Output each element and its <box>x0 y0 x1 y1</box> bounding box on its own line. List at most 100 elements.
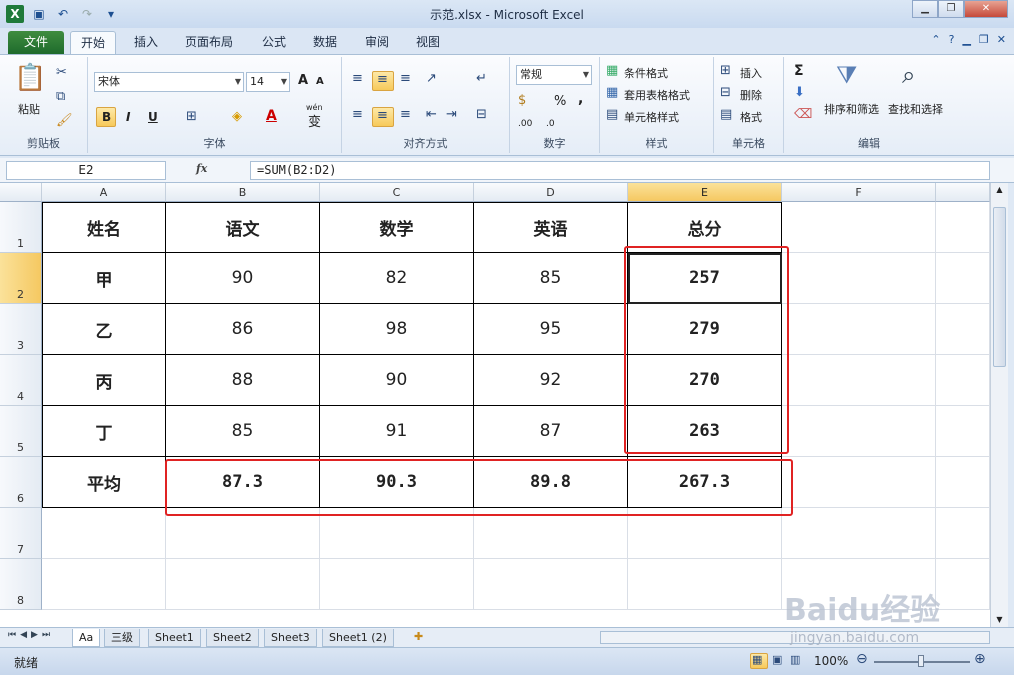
empty-cell[interactable] <box>782 202 936 253</box>
empty-cell[interactable] <box>782 355 936 406</box>
empty-cell[interactable] <box>628 559 782 610</box>
empty-cell[interactable] <box>474 508 628 559</box>
delete-cells-button[interactable]: 删除 <box>740 87 762 103</box>
currency-icon[interactable]: $ <box>518 93 526 108</box>
conditional-format-button[interactable]: 条件格式 <box>624 65 668 81</box>
empty-cell[interactable] <box>782 508 936 559</box>
font-size-select[interactable]: 14 ▼ <box>246 72 290 92</box>
table-cell[interactable]: 平均 <box>42 457 166 508</box>
orientation-icon[interactable]: ↗ <box>426 71 437 86</box>
zoom-in-icon[interactable]: ⊕ <box>974 651 986 667</box>
sheet-tab-sheet3[interactable]: Sheet3 <box>264 629 317 647</box>
empty-cell[interactable] <box>166 508 320 559</box>
doc-restore-icon[interactable]: ❐ <box>979 33 989 46</box>
table-cell[interactable]: 263 <box>628 406 782 457</box>
sheet-tab-sheet2[interactable]: Sheet2 <box>206 629 259 647</box>
increase-decimal-button[interactable]: .00 <box>518 119 532 129</box>
row-header-4[interactable]: 4 <box>0 355 42 406</box>
empty-cell[interactable] <box>936 559 990 610</box>
sheet-tab-level3[interactable]: 三级 <box>104 629 140 647</box>
empty-cell[interactable] <box>628 508 782 559</box>
table-cell[interactable]: 87.3 <box>166 457 320 508</box>
table-cell[interactable]: 89.8 <box>474 457 628 508</box>
help-icon[interactable]: ? <box>949 33 955 46</box>
empty-cell[interactable] <box>782 457 936 508</box>
percent-button[interactable]: % <box>554 94 566 109</box>
active-cell[interactable]: 257 <box>628 253 782 304</box>
table-cell[interactable]: 丁 <box>42 406 166 457</box>
column-header-g[interactable] <box>936 183 990 202</box>
new-sheet-icon[interactable]: ✚ <box>414 630 423 643</box>
table-cell[interactable]: 90 <box>166 253 320 304</box>
table-cell[interactable]: 总分 <box>628 202 782 253</box>
paste-button[interactable]: 粘贴 <box>18 101 40 117</box>
phonetic-button[interactable]: 变 <box>308 111 321 130</box>
empty-cell[interactable] <box>782 406 936 457</box>
table-cell[interactable]: 87 <box>474 406 628 457</box>
fx-icon[interactable]: fx <box>196 162 207 175</box>
align-top-icon[interactable]: ≡ <box>352 71 363 86</box>
sheet-tab-aa[interactable]: Aa <box>72 629 101 647</box>
empty-cell[interactable] <box>166 559 320 610</box>
page-layout-view-icon[interactable]: ▣ <box>772 653 782 666</box>
table-cell[interactable]: 91 <box>320 406 474 457</box>
empty-cell[interactable] <box>474 559 628 610</box>
table-cell[interactable]: 82 <box>320 253 474 304</box>
table-cell[interactable]: 丙 <box>42 355 166 406</box>
format-cells-button[interactable]: 格式 <box>740 109 762 125</box>
column-header-d[interactable]: D <box>474 183 628 202</box>
number-format-select[interactable]: 常规 ▼ <box>516 65 592 85</box>
doc-close-icon[interactable]: ✕ <box>997 33 1006 46</box>
zoom-slider-thumb[interactable] <box>918 655 924 667</box>
row-header-8[interactable]: 8 <box>0 559 42 610</box>
vertical-scrollbar[interactable]: ▲ ▼ <box>990 183 1008 627</box>
decrease-indent-icon[interactable]: ⇤ <box>426 107 437 122</box>
page-break-view-icon[interactable]: ▥ <box>790 653 800 666</box>
tab-view[interactable]: 视图 <box>406 31 450 54</box>
table-cell[interactable]: 乙 <box>42 304 166 355</box>
table-cell[interactable]: 甲 <box>42 253 166 304</box>
table-cell[interactable]: 语文 <box>166 202 320 253</box>
empty-cell[interactable] <box>936 202 990 253</box>
table-cell[interactable]: 英语 <box>474 202 628 253</box>
fill-color-icon[interactable]: ◈ <box>232 109 242 124</box>
empty-cell[interactable] <box>782 304 936 355</box>
scroll-down-icon[interactable]: ▼ <box>993 615 1006 625</box>
paste-icon[interactable]: 📋 <box>14 63 46 95</box>
row-header-1[interactable]: 1 <box>0 202 42 253</box>
table-cell[interactable]: 279 <box>628 304 782 355</box>
row-header-5[interactable]: 5 <box>0 406 42 457</box>
restore-button[interactable]: ❐ <box>938 0 964 18</box>
select-all-corner[interactable] <box>0 183 42 202</box>
column-header-c[interactable]: C <box>320 183 474 202</box>
fill-icon[interactable]: ⬇ <box>794 85 805 100</box>
format-table-button[interactable]: 套用表格格式 <box>624 87 690 103</box>
empty-cell[interactable] <box>42 559 166 610</box>
minimize-button[interactable]: ▁ <box>912 0 938 18</box>
formula-input[interactable]: =SUM(B2:D2) <box>250 161 990 180</box>
autosum-button[interactable]: Σ <box>794 63 804 79</box>
empty-cell[interactable] <box>782 253 936 304</box>
row-header-6[interactable]: 6 <box>0 457 42 508</box>
empty-cell[interactable] <box>936 253 990 304</box>
comma-button[interactable]: , <box>578 91 583 107</box>
tab-review[interactable]: 审阅 <box>355 31 399 54</box>
empty-cell[interactable] <box>936 304 990 355</box>
align-left-icon[interactable]: ≡ <box>352 107 363 122</box>
cut-icon[interactable]: ✂ <box>56 65 67 80</box>
empty-cell[interactable] <box>42 508 166 559</box>
wrap-text-icon[interactable]: ↵ <box>476 71 487 86</box>
table-cell[interactable]: 90.3 <box>320 457 474 508</box>
column-header-b[interactable]: B <box>166 183 320 202</box>
table-cell[interactable]: 85 <box>474 253 628 304</box>
tab-file[interactable]: 文件 <box>8 31 64 54</box>
cell-style-button[interactable]: 单元格样式 <box>624 109 679 125</box>
decrease-decimal-button[interactable]: .0 <box>546 119 555 129</box>
scroll-up-icon[interactable]: ▲ <box>993 185 1006 195</box>
column-header-a[interactable]: A <box>42 183 166 202</box>
row-header-3[interactable]: 3 <box>0 304 42 355</box>
font-name-select[interactable]: 宋体 ▼ <box>94 72 244 92</box>
sheet-nav-icon[interactable]: ⏮◀▶⏭ <box>8 630 54 640</box>
copy-icon[interactable]: ⧉ <box>56 89 65 104</box>
empty-cell[interactable] <box>936 355 990 406</box>
